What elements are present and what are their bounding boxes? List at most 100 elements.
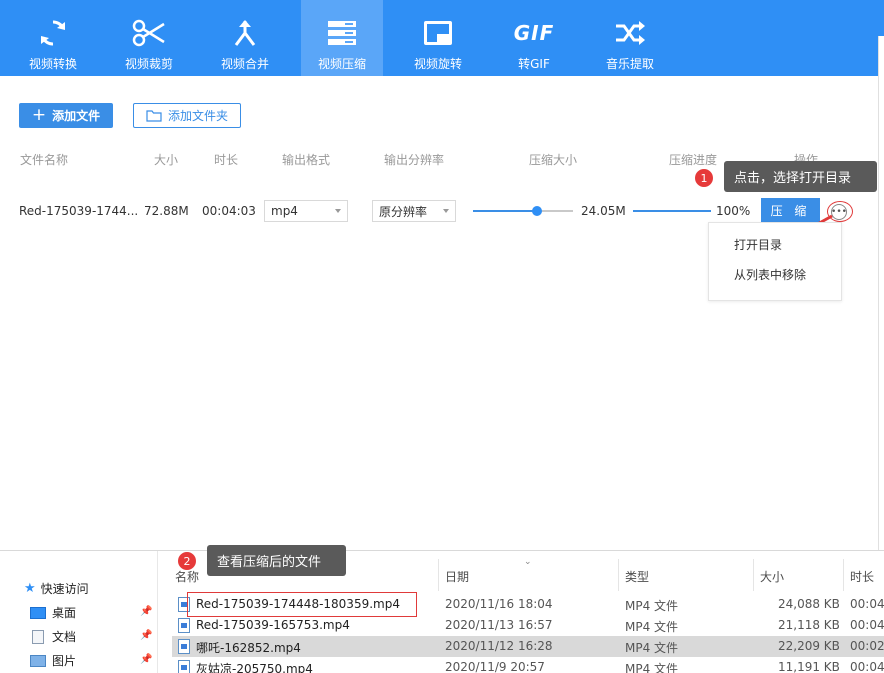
progress-fill <box>633 210 711 212</box>
pictures-icon <box>30 654 46 667</box>
explorer-nav-pane: ★ 快速访问 桌面 📌 文档 📌 图片 📌 <box>0 551 158 673</box>
column-separator <box>618 559 619 591</box>
compression-slider[interactable] <box>473 206 573 216</box>
pin-icon: 📌 <box>140 606 153 617</box>
add-folder-button[interactable]: 添加文件夹 <box>133 103 241 128</box>
tool-video-crop[interactable]: 视频裁剪 <box>101 0 197 76</box>
file-name: 灰姑凉-205750.mp4 <box>196 662 313 673</box>
folder-icon <box>146 109 162 122</box>
main-toolbar: 视频转换 视频裁剪 视频合并 视频压缩 视频旋转 GIF 转GIF 音乐提取 <box>0 0 884 76</box>
scissors-icon <box>101 14 197 52</box>
tool-label: 视频裁剪 <box>124 57 173 71</box>
step-badge-2: 2 <box>177 551 197 571</box>
header-duration: 时长 <box>214 153 239 167</box>
rotate-icon <box>390 14 486 52</box>
file-type: MP4 文件 <box>625 620 679 634</box>
add-file-button[interactable]: + 添加文件 <box>19 103 113 128</box>
tool-label: 视频旋转 <box>413 57 462 71</box>
resolution-value: 原分辨率 <box>379 204 428 219</box>
header-size: 大小 <box>154 153 179 167</box>
column-separator <box>843 559 844 591</box>
compress-icon <box>301 14 383 52</box>
header-filename: 文件名称 <box>20 153 69 167</box>
file-row[interactable]: 灰姑凉-205750.mp4 2020/11/9 20:57 MP4 文件 11… <box>172 657 884 673</box>
add-folder-label: 添加文件夹 <box>167 109 228 123</box>
tool-video-compress[interactable]: 视频压缩 <box>301 0 383 76</box>
callout-tooltip-1: 点击，选择打开目录 <box>724 161 877 192</box>
file-size: 21,118 KB <box>778 618 840 632</box>
file-name: 哪吒-162852.mp4 <box>196 641 301 655</box>
pin-icon: 📌 <box>140 654 153 665</box>
file-date: 2020/11/9 20:57 <box>445 660 545 673</box>
column-separator <box>753 559 754 591</box>
column-separator <box>438 559 439 591</box>
callout-text: 点击，选择打开目录 <box>734 171 852 186</box>
format-value: mp4 <box>271 204 298 218</box>
column-date[interactable]: 日期 <box>445 568 469 585</box>
documents-icon <box>32 629 44 644</box>
video-file-icon <box>178 639 190 654</box>
file-explorer: ★ 快速访问 桌面 📌 文档 📌 图片 📌 名称 日期 ⌄ 类型 大小 时长 R… <box>0 550 884 673</box>
header-compressed-size: 压缩大小 <box>529 153 578 167</box>
file-duration: 00:04 <box>850 660 884 673</box>
callout-tooltip-2: 查看压缩后的文件 <box>207 545 346 576</box>
video-file-icon <box>178 618 190 633</box>
tool-video-merge[interactable]: 视频合并 <box>197 0 293 76</box>
menu-open-folder[interactable]: 打开目录 <box>734 236 782 253</box>
tool-to-gif[interactable]: GIF 转GIF <box>486 0 582 76</box>
step-badge-1: 1 <box>694 168 714 188</box>
sort-chevron-icon: ⌄ <box>524 557 532 567</box>
file-type: MP4 文件 <box>625 599 679 613</box>
video-file-icon <box>178 660 190 673</box>
file-date: 2020/11/16 18:04 <box>445 597 553 611</box>
chevron-down-icon <box>335 209 341 213</box>
star-icon: ★ <box>24 581 36 596</box>
tool-label: 转GIF <box>518 57 550 71</box>
desktop-icon <box>30 606 46 619</box>
file-size: 11,191 KB <box>778 660 840 673</box>
row-size: 72.88M <box>144 204 189 218</box>
shuffle-icon <box>582 14 678 52</box>
refresh-icon <box>5 14 101 52</box>
file-row-selected[interactable]: 哪吒-162852.mp4 2020/11/12 16:28 MP4 文件 22… <box>172 636 884 657</box>
nav-label: 图片 <box>52 654 77 668</box>
nav-label: 桌面 <box>52 606 77 620</box>
tool-video-convert[interactable]: 视频转换 <box>5 0 101 76</box>
file-size: 24,088 KB <box>778 597 840 611</box>
tool-label: 音乐提取 <box>605 57 654 71</box>
column-duration[interactable]: 时长 <box>850 568 874 585</box>
menu-remove-from-list[interactable]: 从列表中移除 <box>734 266 806 283</box>
row-progress-text: 100% <box>716 204 751 218</box>
file-name: Red-175039-165753.mp4 <box>196 618 350 632</box>
header-output-format: 输出格式 <box>282 153 331 167</box>
header-progress: 压缩进度 <box>669 153 718 167</box>
slider-handle[interactable] <box>532 206 542 216</box>
merge-icon <box>197 14 293 52</box>
slider-fill <box>473 210 537 212</box>
tool-label: 视频压缩 <box>317 57 366 71</box>
window-edge <box>878 36 884 556</box>
chevron-down-icon <box>443 209 449 213</box>
file-type: MP4 文件 <box>625 641 679 655</box>
column-type[interactable]: 类型 <box>625 568 649 585</box>
file-type: MP4 文件 <box>625 662 679 673</box>
tool-label: 视频转换 <box>28 57 77 71</box>
file-row[interactable]: Red-175039-165753.mp4 2020/11/13 16:57 M… <box>172 615 884 636</box>
file-size: 22,209 KB <box>778 639 840 653</box>
nav-pictures[interactable]: 图片 <box>30 652 76 669</box>
nav-documents[interactable]: 文档 <box>30 628 76 645</box>
nav-desktop[interactable]: 桌面 <box>30 604 76 621</box>
row-filename: Red-175039-1744... <box>19 204 139 218</box>
row-compressed-size: 24.05M <box>581 204 626 218</box>
nav-quick-access[interactable]: ★ 快速访问 <box>24 580 89 597</box>
column-size[interactable]: 大小 <box>760 568 784 585</box>
callout-text: 查看压缩后的文件 <box>217 555 322 570</box>
format-select[interactable]: mp4 <box>264 200 348 222</box>
pin-icon: 📌 <box>140 630 153 641</box>
tool-video-rotate[interactable]: 视频旋转 <box>390 0 486 76</box>
file-date: 2020/11/12 16:28 <box>445 639 553 653</box>
plus-icon: + <box>31 105 47 125</box>
file-duration: 00:04 <box>850 597 884 611</box>
resolution-select[interactable]: 原分辨率 <box>372 200 456 222</box>
tool-music-extract[interactable]: 音乐提取 <box>582 0 678 76</box>
